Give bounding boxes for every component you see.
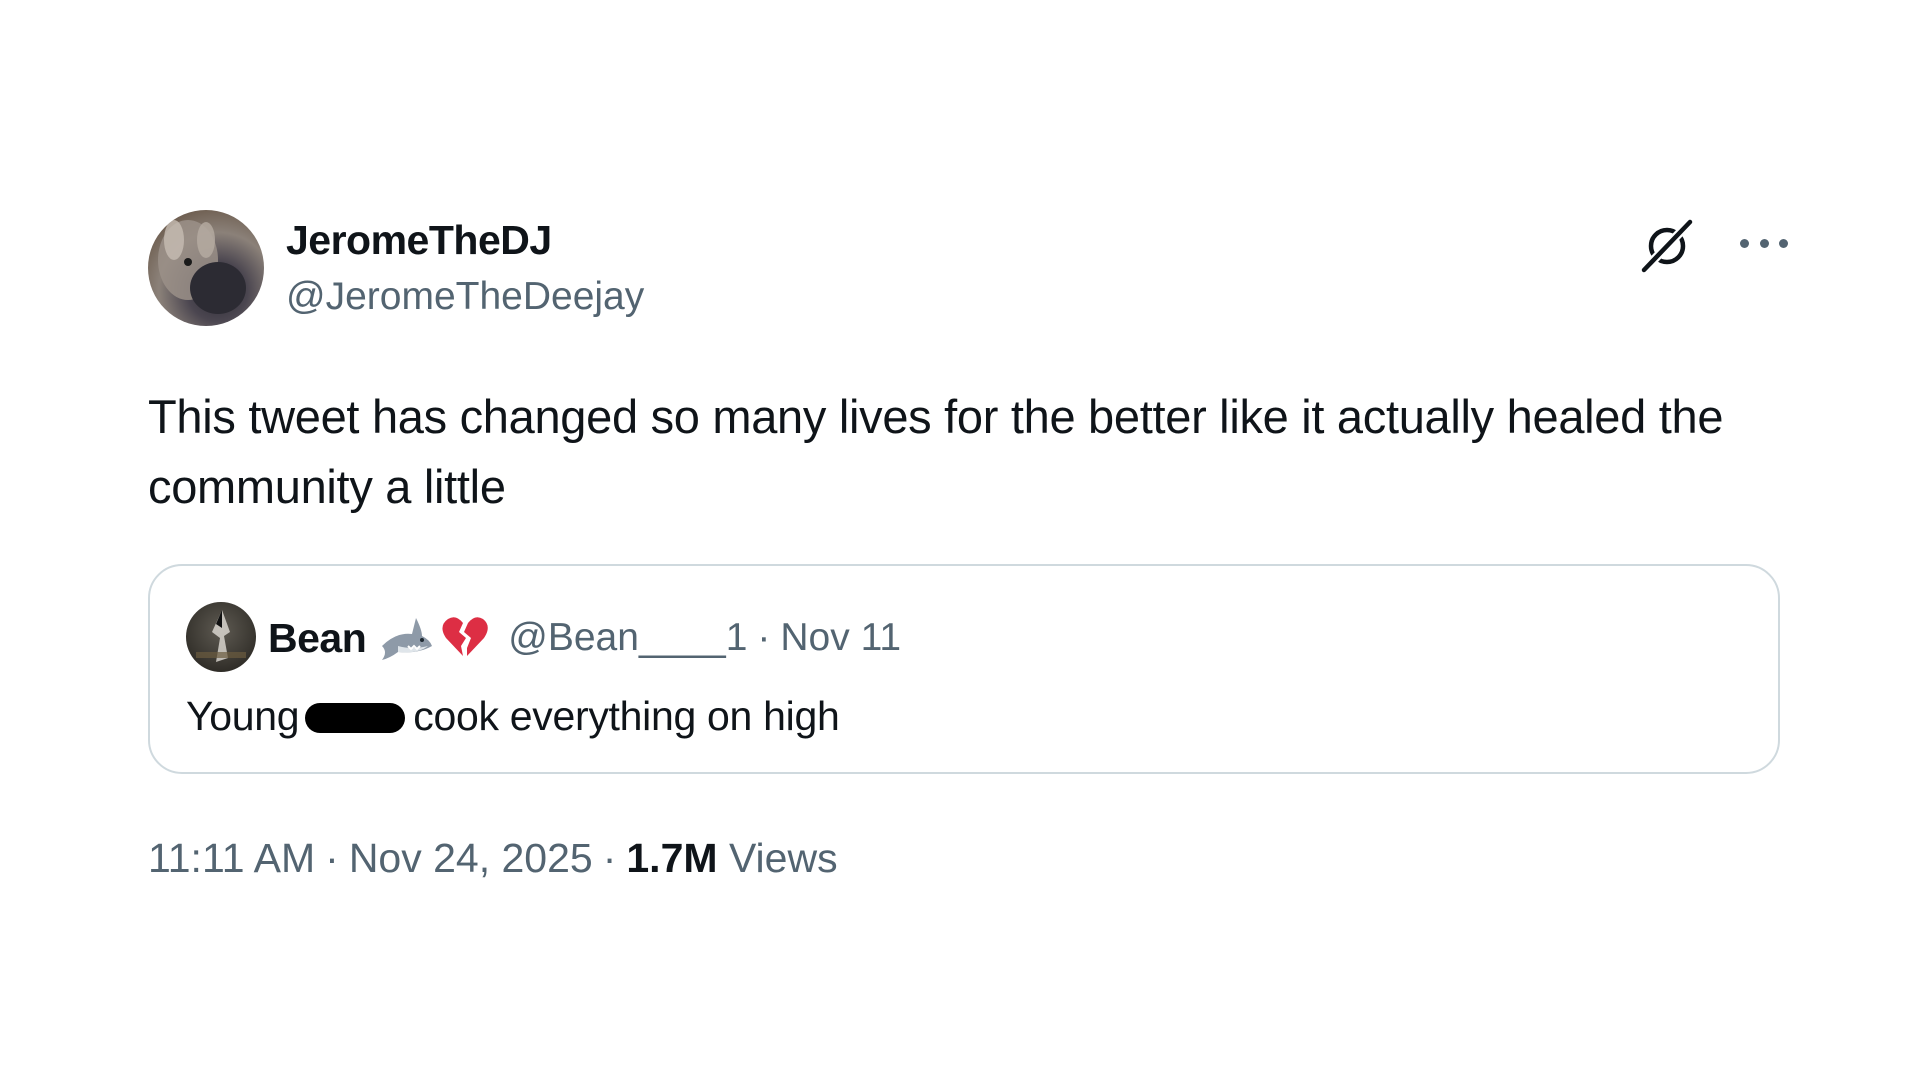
quoted-tweet-header: Bean @Bean____1 · Nov 11 [268, 610, 901, 666]
more-dot [1740, 238, 1749, 248]
grok-icon[interactable] [1638, 216, 1696, 275]
tweet: JeromeTheDJ @JeromeTheDeejay This tweet … [148, 210, 1788, 886]
quoted-separator: · [757, 616, 771, 659]
views-label[interactable]: Views [729, 835, 838, 881]
more-icon[interactable] [1740, 228, 1788, 258]
quoted-text-after: cook everything on high [413, 693, 840, 739]
page: JeromeTheDJ @JeromeTheDeejay This tweet … [0, 0, 1920, 1080]
tweet-header: JeromeTheDJ @JeromeTheDeejay [148, 210, 1788, 330]
author-avatar[interactable] [148, 210, 264, 326]
more-dot [1779, 238, 1788, 248]
shark-emoji-icon [378, 612, 434, 664]
quoted-text-before: Young [186, 693, 300, 739]
author-display-name[interactable]: JeromeTheDJ [286, 216, 644, 264]
meta-separator: · [325, 835, 339, 881]
more-dot [1759, 238, 1769, 248]
quoted-tweet[interactable]: Bean @Bean____1 · Nov 11 Young cook ever… [148, 564, 1780, 774]
author-names: JeromeTheDJ @JeromeTheDeejay [286, 216, 644, 322]
broken-heart-emoji-icon [440, 612, 496, 664]
redaction-mark [305, 703, 406, 733]
tweet-time[interactable]: 11:11 AM [148, 835, 315, 881]
quoted-handle[interactable]: @Bean____1 [508, 616, 747, 660]
quoted-display-name[interactable]: Bean [268, 615, 367, 662]
tweet-text: This tweet has changed so many lives for… [148, 390, 1724, 513]
quoted-tweet-text: Young cook everything on high [186, 688, 840, 744]
views-count[interactable]: 1.7M [626, 835, 717, 881]
tweet-meta: 11:11 AM · Nov 24, 2025 · 1.7M Views [148, 830, 1788, 886]
author-handle[interactable]: @JeromeTheDeejay [286, 272, 644, 322]
tweet-date[interactable]: Nov 24, 2025 [349, 835, 593, 881]
quoted-date[interactable]: Nov 11 [780, 616, 901, 660]
meta-separator: · [602, 835, 617, 881]
quoted-author-avatar[interactable] [186, 602, 256, 672]
